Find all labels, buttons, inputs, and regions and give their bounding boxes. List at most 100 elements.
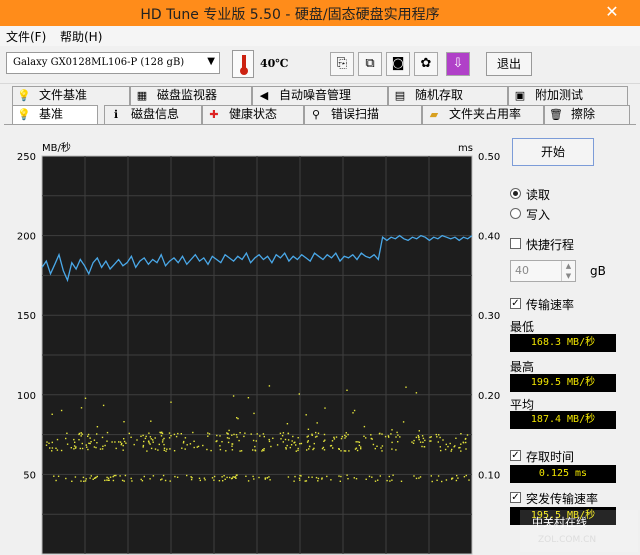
access-time-point <box>83 480 85 482</box>
access-time-point <box>323 449 326 451</box>
tab-error-scan[interactable]: ⚲ 错误扫描 <box>304 105 422 124</box>
write-radio[interactable]: 写入 <box>510 206 620 222</box>
copy-all-icon[interactable]: ⧉ <box>358 52 382 76</box>
access-time-point <box>374 480 377 482</box>
burst-rate-checkbox[interactable]: ✓ 突发传输速率 <box>510 490 630 506</box>
download-icon[interactable]: ⇩ <box>446 52 470 76</box>
close-icon[interactable]: ✕ <box>592 2 632 22</box>
stepper-arrows-icon[interactable]: ▲ ▼ <box>561 261 575 281</box>
control-panel: 开始 读取 写入 快捷行程 40 ▲ ▼ gB ✓ 传输速率 最低 168.3 MB/… <box>504 26 634 555</box>
access-time-point <box>344 434 346 437</box>
access-time-point <box>343 450 346 452</box>
access-time-point <box>347 478 349 480</box>
access-time-point <box>307 440 309 442</box>
menu-file[interactable]: 文件(F) <box>6 28 46 45</box>
access-time-point <box>374 447 376 450</box>
access-time-point <box>285 447 287 449</box>
access-time-point <box>143 440 145 443</box>
access-time-point <box>289 446 291 449</box>
access-time-point <box>323 440 325 442</box>
y-right-tick-label: 0.10 <box>478 470 500 481</box>
y-axis-right-label: ms <box>458 143 473 154</box>
tab-label: 健康状态 <box>229 107 278 121</box>
access-time-point <box>424 439 426 442</box>
tab-benchmark[interactable]: 💡 基准 <box>12 105 98 124</box>
settings-icon[interactable]: ✿ <box>414 52 438 76</box>
stroke-size-stepper[interactable]: 40 ▲ ▼ <box>510 260 576 282</box>
access-time-point <box>221 441 223 443</box>
disk-monitor-icon: ▦ <box>136 89 148 102</box>
tab-file-benchmark[interactable]: 💡 文件基准 <box>12 86 130 105</box>
min-label: 最低 <box>510 320 535 334</box>
access-time-point <box>377 479 379 481</box>
access-time-point <box>298 477 301 479</box>
access-time-point <box>164 479 167 482</box>
access-time-point <box>101 448 104 450</box>
radio-dot <box>510 208 521 219</box>
benchmark-icon: 💡 <box>17 108 31 121</box>
access-time-point <box>437 441 439 443</box>
access-time-point <box>421 445 423 448</box>
access-time-point <box>73 445 76 447</box>
access-time-point <box>90 475 92 477</box>
access-time-point <box>124 474 127 477</box>
access-time-point <box>96 442 98 444</box>
access-time-point <box>421 435 424 437</box>
access-time-point <box>163 447 166 449</box>
copy-icon[interactable]: ⎘ <box>330 52 354 76</box>
access-time-point <box>400 480 403 482</box>
camera-icon[interactable]: ◙ <box>386 52 410 76</box>
access-time-point <box>430 440 432 442</box>
tab-noise-management[interactable]: ◀ 自动噪音管理 <box>252 86 388 105</box>
chevron-down-icon: ▼ <box>207 56 215 67</box>
access-time-point <box>297 447 299 450</box>
read-radio[interactable]: 读取 <box>510 186 620 202</box>
access-time-point <box>315 476 318 479</box>
access-time-point <box>60 449 63 452</box>
access-time-point <box>150 438 152 440</box>
access-time-point <box>285 448 287 450</box>
tab-disk-monitor[interactable]: ▦ 磁盘监视器 <box>130 86 252 105</box>
access-time-point <box>223 475 225 477</box>
access-time-point <box>142 434 144 437</box>
max-value: 199.5 MB/秒 <box>510 374 616 392</box>
access-time-point <box>130 477 132 480</box>
tab-disk-info[interactable]: ℹ 磁盘信息 <box>104 105 202 124</box>
menu-help[interactable]: 帮助(H) <box>60 28 102 45</box>
access-time-point <box>106 440 108 442</box>
access-time-point <box>193 440 195 442</box>
access-time-point <box>216 434 218 437</box>
access-time-point <box>252 475 254 478</box>
access-time-point <box>114 441 116 443</box>
start-button[interactable]: 开始 <box>512 138 594 166</box>
access-time-point <box>468 479 470 481</box>
access-time-point <box>149 436 152 438</box>
short-stroke-checkbox[interactable]: 快捷行程 <box>510 236 630 252</box>
access-time-point <box>198 477 201 479</box>
access-time-point <box>381 445 384 447</box>
access-time-point <box>56 438 59 441</box>
access-time-point <box>175 435 178 438</box>
access-time-point <box>162 439 164 441</box>
tab-label: 文件基准 <box>39 88 88 102</box>
access-time-point <box>140 435 142 437</box>
access-time-point <box>292 435 294 438</box>
access-time-point <box>106 476 108 479</box>
access-time-point <box>459 446 461 449</box>
access-time-point <box>150 447 153 450</box>
access-time-point <box>87 433 90 436</box>
checkbox-label: 突发传输速率 <box>526 492 599 506</box>
access-time-point <box>346 389 348 391</box>
access-time-point <box>177 432 179 435</box>
tab-random-access[interactable]: ▤ 随机存取 <box>388 86 508 105</box>
access-time-point <box>331 440 334 442</box>
access-time-point <box>323 433 326 436</box>
access-time-point <box>236 436 238 438</box>
access-time-point <box>163 443 165 446</box>
drive-select[interactable]: Galaxy GX0128ML106-P (128 gB) ▼ <box>6 52 220 74</box>
access-time-checkbox[interactable]: ✓ 存取时间 <box>510 448 630 464</box>
access-time-point <box>96 426 99 428</box>
access-time-point <box>55 479 57 482</box>
transfer-rate-checkbox[interactable]: ✓ 传输速率 <box>510 296 630 312</box>
tab-health[interactable]: ✚ 健康状态 <box>202 105 304 124</box>
